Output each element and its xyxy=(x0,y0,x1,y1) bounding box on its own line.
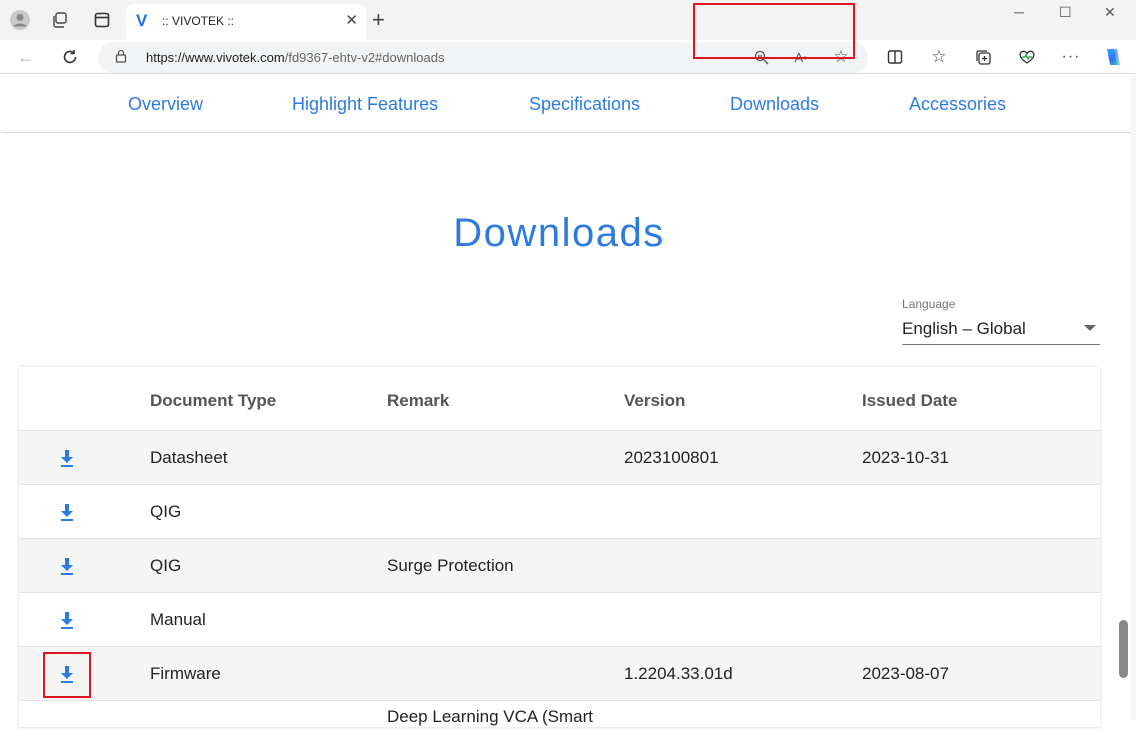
refresh-icon[interactable] xyxy=(58,45,82,69)
vivotek-favicon-icon: V xyxy=(136,11,148,30)
table-row: Firmware 1.2204.33.01d 2023-08-07 xyxy=(19,646,1100,700)
cell-issued-date: 2023-08-07 xyxy=(862,664,949,683)
workspaces-icon[interactable] xyxy=(48,8,72,32)
copilot-icon[interactable] xyxy=(1101,46,1123,68)
cell-document-type: Firmware xyxy=(150,664,221,683)
table-row: Deep Learning VCA (Smart xyxy=(19,700,1100,754)
nav-overview[interactable]: Overview xyxy=(128,94,203,115)
language-select[interactable]: English – Global xyxy=(902,314,1100,345)
more-icon[interactable]: ··· xyxy=(1060,46,1082,68)
chevron-down-icon xyxy=(1084,325,1096,331)
page-scrollbar-thumb[interactable] xyxy=(1119,620,1128,678)
language-value: English – Global xyxy=(902,319,1026,338)
tab-actions-icon[interactable] xyxy=(90,8,114,32)
performance-icon[interactable] xyxy=(1016,46,1038,68)
cell-document-type: QIG xyxy=(150,502,182,521)
column-header-document-type: Document Type xyxy=(150,391,277,410)
table-row: Manual xyxy=(19,592,1100,646)
cell-issued-date: 2023-10-31 xyxy=(862,448,949,467)
lock-icon[interactable] xyxy=(114,49,128,63)
page-scrollbar-track xyxy=(1131,75,1136,720)
cell-version: 1.2204.33.01d xyxy=(624,664,733,683)
nav-downloads[interactable]: Downloads xyxy=(730,94,819,115)
table-row: QIG xyxy=(19,484,1100,538)
cell-document-type: Manual xyxy=(150,610,206,629)
nav-specifications[interactable]: Specifications xyxy=(529,94,640,115)
cell-version: 2023100801 xyxy=(624,448,719,467)
maximize-icon[interactable]: ☐ xyxy=(1059,4,1072,21)
download-icon[interactable] xyxy=(56,501,78,523)
split-screen-icon[interactable] xyxy=(884,46,906,68)
download-icon[interactable] xyxy=(56,447,78,469)
browser-tab[interactable]: V :: VIVOTEK :: ✕ xyxy=(126,4,366,40)
table-row: QIG Surge Protection xyxy=(19,538,1100,592)
cell-document-type: QIG xyxy=(150,556,182,575)
nav-accessories[interactable]: Accessories xyxy=(909,94,1006,115)
downloads-table: Document Type Remark Version Issued Date… xyxy=(19,367,1100,727)
downloads-nav-highlight-box xyxy=(693,3,855,59)
nav-highlight-features[interactable]: Highlight Features xyxy=(292,94,438,115)
cell-document-type: Datasheet xyxy=(150,448,228,467)
cell-remark: Deep Learning VCA (Smart xyxy=(387,707,593,726)
favorites-icon[interactable]: ☆ xyxy=(928,46,950,68)
download-icon[interactable] xyxy=(56,609,78,631)
new-tab-icon[interactable]: + xyxy=(372,8,385,32)
back-icon[interactable]: ← xyxy=(14,45,38,69)
column-header-version: Version xyxy=(624,391,686,410)
column-header-remark: Remark xyxy=(387,391,450,410)
window-close-icon[interactable]: ✕ xyxy=(1104,4,1116,21)
language-label: Language xyxy=(902,297,956,311)
downloads-heading: Downloads xyxy=(453,211,665,255)
close-tab-icon[interactable]: ✕ xyxy=(345,11,358,29)
column-header-issued-date: Issued Date xyxy=(862,391,958,410)
product-section-nav: Overview Highlight Features Specificatio… xyxy=(2,75,1131,133)
url-text: https://www.vivotek.com/fd9367-ehtv-v2#d… xyxy=(146,50,445,65)
cell-remark: Surge Protection xyxy=(387,556,514,575)
collections-icon[interactable] xyxy=(972,46,994,68)
table-row: Datasheet 2023100801 2023-10-31 xyxy=(19,430,1100,484)
tab-title: :: VIVOTEK :: xyxy=(162,14,235,28)
minimize-icon[interactable]: ─ xyxy=(1014,4,1024,20)
browser-tab-bar: V :: VIVOTEK :: ✕ + ─ ☐ ✕ xyxy=(0,0,1136,40)
profile-icon[interactable] xyxy=(8,8,32,32)
address-toolbar: ← https://www.vivotek.com/fd9367-ehtv-v2… xyxy=(0,40,1136,74)
download-icon[interactable] xyxy=(56,663,78,685)
download-icon[interactable] xyxy=(56,555,78,577)
